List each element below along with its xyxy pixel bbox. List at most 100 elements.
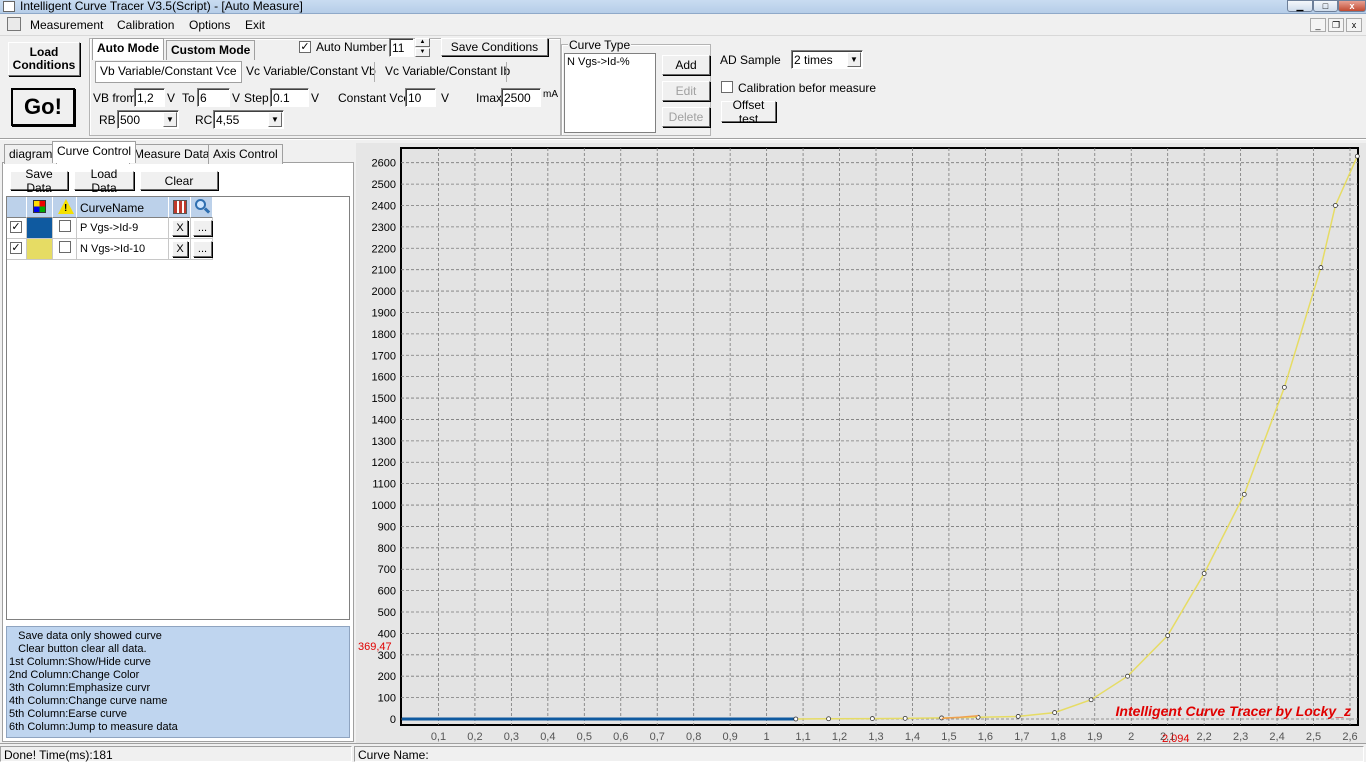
show-curve-checkbox[interactable]: ✓ [10, 242, 22, 254]
x-tick-label: 2 [1128, 731, 1134, 743]
menu-exit[interactable]: Exit [245, 18, 265, 32]
curve-type-item[interactable]: N Vgs->Id-% [567, 56, 630, 68]
curve-type-list[interactable]: N Vgs->Id-% [564, 53, 656, 133]
auto-number-input[interactable]: 11 [389, 38, 414, 57]
data-point [1125, 673, 1130, 679]
y-tick-label: 1600 [372, 372, 396, 384]
tab-divider [506, 62, 507, 82]
step-input[interactable]: 0.1 [270, 88, 309, 107]
tab-diagram[interactable]: diagram [4, 144, 58, 164]
help-line: 3th Column:Emphasize curvr [9, 682, 151, 694]
erase-curve-button[interactable]: X [172, 241, 188, 257]
mdi-child-icon [7, 17, 21, 31]
spin-down-icon[interactable]: ▼ [415, 48, 430, 57]
mdi-minimize-button[interactable]: _ [1310, 18, 1326, 32]
auto-number-spinner[interactable]: ▲ ▼ [415, 38, 430, 57]
rb-select[interactable]: 500 ▼ [117, 110, 179, 129]
chevron-down-icon[interactable]: ▼ [163, 112, 177, 127]
load-conditions-button[interactable]: Load Conditions [8, 42, 80, 76]
chevron-down-icon[interactable]: ▼ [847, 52, 861, 67]
tab-vc-variable-vb[interactable]: Vc Variable/Constant Vb [246, 64, 376, 78]
x-tick-label: 0,6 [613, 731, 628, 743]
delete-button[interactable]: Delete [662, 107, 710, 127]
chevron-down-icon[interactable]: ▼ [268, 112, 282, 127]
tab-custom-mode[interactable]: Custom Mode [166, 40, 256, 60]
x-tick-label: 0,1 [431, 731, 446, 743]
emphasize-checkbox[interactable] [59, 241, 71, 253]
go-button[interactable]: Go! [11, 88, 75, 126]
rc-value: 4,55 [216, 113, 240, 127]
grid-header-color [27, 197, 53, 218]
ad-sample-value: 2 times [794, 53, 833, 67]
show-cell[interactable]: ✓ [7, 218, 27, 239]
jump-cell: ... [191, 239, 213, 260]
calibration-checkbox[interactable] [721, 81, 733, 93]
x-tick-label: 1,4 [905, 731, 920, 743]
data-point [902, 715, 908, 721]
y-tick-label: 1000 [372, 500, 396, 512]
show-curve-checkbox[interactable]: ✓ [10, 221, 22, 233]
jump-to-data-button[interactable]: ... [193, 220, 212, 236]
imax-label: Imax [476, 91, 503, 105]
x-tick-label: 1,6 [978, 731, 993, 743]
constant-vce-input[interactable]: 10 [405, 88, 436, 107]
y-tick-label: 1800 [372, 329, 396, 341]
tab-vb-variable[interactable]: Vb Variable/Constant Vce [95, 61, 242, 83]
y-tick-label: 700 [378, 564, 396, 576]
y-tick-label: 1500 [372, 393, 396, 405]
chart-area[interactable]: 0 100 200 300 400 500 600 700 800 900 1000 1100 1200… [356, 143, 1366, 745]
curve-color-swatch[interactable] [27, 239, 53, 260]
tab-auto-mode[interactable]: Auto Mode [92, 38, 164, 60]
plot-frame [400, 147, 1359, 726]
curve-color-swatch[interactable] [27, 218, 53, 239]
emphasize-checkbox[interactable] [59, 220, 71, 232]
x-tick-label: 0,8 [686, 731, 701, 743]
curve-chart[interactable]: 0100200300400500600700800900100011001200… [356, 143, 1366, 745]
curve-name-cell[interactable]: P Vgs->Id-9 [77, 218, 169, 239]
cursor-y-label: 369,47 [358, 641, 392, 653]
menu-calibration[interactable]: Calibration [117, 18, 174, 32]
data-point [1052, 710, 1058, 715]
mdi-close-button[interactable]: x [1346, 18, 1362, 32]
menu-measurement[interactable]: Measurement [30, 18, 103, 32]
clear-button[interactable]: Clear [140, 171, 218, 190]
vb-from-input[interactable]: 1,2 [134, 88, 165, 107]
rc-select[interactable]: 4,55 ▼ [213, 110, 284, 129]
tab-axis-control[interactable]: Axis Control [208, 144, 283, 164]
tab-curve-control[interactable]: Curve Control [52, 141, 137, 163]
show-cell[interactable]: ✓ [7, 239, 27, 260]
help-line: Save data only showed curve [9, 630, 162, 642]
save-conditions-button[interactable]: Save Conditions [441, 38, 548, 56]
x-tick-label: 2,3 [1233, 731, 1248, 743]
data-point [1201, 571, 1207, 576]
save-data-button[interactable]: Save Data [10, 167, 68, 195]
erase-cell: X [169, 239, 191, 260]
close-window-button[interactable]: x [1338, 0, 1366, 12]
edit-button[interactable]: Edit [662, 81, 710, 101]
load-data-button[interactable]: Load Data [74, 167, 134, 195]
emphasize-cell[interactable] [53, 239, 77, 260]
menu-options[interactable]: Options [189, 18, 230, 32]
curve-name-cell[interactable]: N Vgs->Id-10 [77, 239, 169, 260]
add-button[interactable]: Add [662, 55, 710, 75]
status-bar: Done! Time(ms):181 Curve Name: [0, 743, 1366, 762]
erase-curve-button[interactable]: X [172, 220, 188, 236]
maximize-window-button[interactable]: □ [1313, 0, 1338, 12]
to-input[interactable]: 6 [197, 88, 230, 107]
data-point [869, 716, 875, 721]
y-tick-label: 1900 [372, 307, 396, 319]
offset-test-button[interactable]: Offset test [721, 98, 776, 126]
jump-to-data-button[interactable]: ... [193, 241, 212, 257]
spin-up-icon[interactable]: ▲ [415, 38, 430, 47]
x-tick-label: 0,5 [577, 731, 592, 743]
x-tick-label: 1,7 [1014, 731, 1029, 743]
auto-number-checkbox[interactable]: ✓ [299, 41, 311, 53]
mdi-restore-button[interactable]: ❐ [1328, 18, 1344, 32]
imax-input[interactable]: 2500 [501, 88, 541, 107]
ad-sample-select[interactable]: 2 times ▼ [791, 50, 863, 69]
tab-vc-variable-ib[interactable]: Vc Variable/Constant Ib [385, 64, 510, 78]
minimize-window-button[interactable]: ▁ [1287, 0, 1313, 12]
x-tick-label: 0,3 [504, 731, 519, 743]
emphasize-cell[interactable] [53, 218, 77, 239]
tab-measure-data[interactable]: Measure Data [129, 144, 215, 164]
